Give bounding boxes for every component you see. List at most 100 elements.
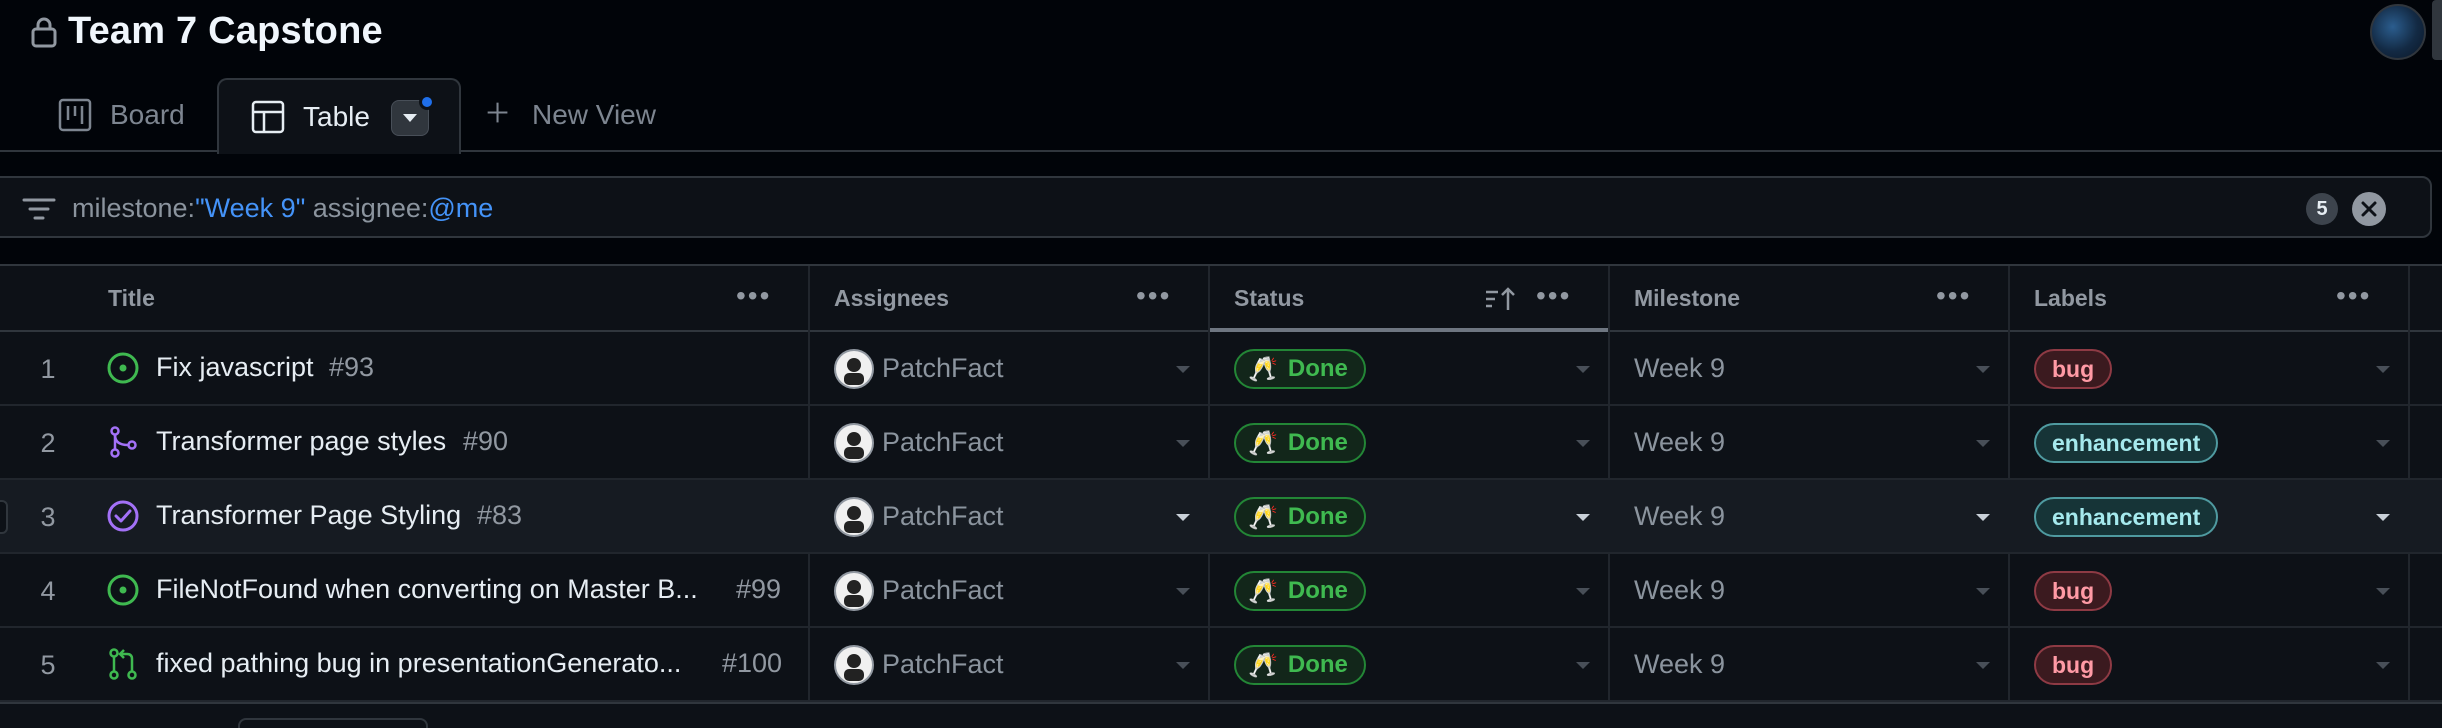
tab-board[interactable]: Board — [58, 78, 185, 152]
avatar[interactable] — [834, 571, 874, 611]
assignee-name[interactable]: PatchFact — [882, 427, 1004, 458]
table-row[interactable]: 4 FileNotFound when converting on Master… — [0, 554, 2442, 628]
board-icon — [58, 98, 92, 132]
chevron-down-icon[interactable] — [1576, 366, 1590, 373]
issue-title-link[interactable]: Transformer Page Styling — [156, 500, 461, 531]
assignee-name[interactable]: PatchFact — [882, 353, 1004, 384]
avatar-image — [844, 432, 864, 459]
chevron-down-icon[interactable] — [2376, 440, 2390, 447]
issue-title-link[interactable]: Fix javascript — [156, 352, 314, 383]
label-badge[interactable]: enhancement — [2034, 497, 2219, 537]
milestone-value[interactable]: Week 9 — [1634, 501, 1725, 532]
issue-title-link[interactable]: fixed pathing bug in presentationGenerat… — [156, 648, 681, 679]
label-badge[interactable]: bug — [2034, 349, 2113, 389]
status-label: Done — [1287, 355, 1348, 382]
chevron-down-icon[interactable] — [1176, 662, 1190, 669]
add-item-input[interactable] — [238, 718, 428, 728]
status-badge[interactable]: 🥂 Done — [1234, 349, 1366, 389]
avatar[interactable] — [834, 349, 874, 389]
avatar[interactable] — [834, 423, 874, 463]
user-avatar[interactable] — [2370, 4, 2426, 60]
status-column-menu-icon[interactable]: ••• — [1536, 282, 1571, 310]
result-count-badge: 5 — [2306, 193, 2338, 225]
chevron-down-icon[interactable] — [1176, 366, 1190, 373]
labels-column-menu-icon[interactable]: ••• — [2336, 282, 2371, 310]
status-label: Done — [1287, 651, 1348, 678]
avatar[interactable] — [834, 645, 874, 685]
new-view-button[interactable]: New View — [486, 78, 656, 152]
close-icon — [2361, 201, 2377, 217]
sort-ascending-icon[interactable] — [1484, 286, 1518, 312]
chevron-down-icon[interactable] — [2376, 588, 2390, 595]
chevron-down-icon[interactable] — [1976, 440, 1990, 447]
status-badge[interactable]: 🥂 Done — [1234, 571, 1366, 611]
column-status-header[interactable]: Status — [1234, 266, 1304, 330]
filter-query[interactable]: milestone:"Week 9" assignee:@me — [72, 193, 493, 224]
clear-filter-button[interactable] — [2352, 192, 2386, 226]
column-title-header[interactable]: Title — [108, 266, 155, 330]
column-milestone-header[interactable]: Milestone — [1634, 266, 1740, 330]
table-row[interactable]: 2 Transformer page styles #90 PatchFact … — [0, 406, 2442, 480]
issues-table: Title ••• Assignees ••• Status ••• Miles… — [0, 264, 2442, 728]
table-row[interactable]: 5 fixed pathing bug in presentationGener… — [0, 628, 2442, 702]
chevron-down-icon[interactable] — [1176, 440, 1190, 447]
chevron-down-icon[interactable] — [1176, 588, 1190, 595]
column-assignees-header[interactable]: Assignees — [834, 266, 949, 330]
chevron-down-icon[interactable] — [1576, 514, 1590, 521]
avatar[interactable] — [834, 497, 874, 537]
avatar-image — [844, 654, 864, 681]
row-number: 4 — [40, 576, 56, 606]
chevron-down-icon[interactable] — [1976, 514, 1990, 521]
filter-icon — [22, 198, 56, 220]
title-column-menu-icon[interactable]: ••• — [736, 282, 771, 310]
chevron-down-icon[interactable] — [1576, 440, 1590, 447]
milestone-value[interactable]: Week 9 — [1634, 575, 1725, 606]
assignee-name[interactable]: PatchFact — [882, 575, 1004, 606]
chevron-down-icon[interactable] — [1176, 514, 1190, 521]
label-badge[interactable]: bug — [2034, 645, 2113, 685]
chevron-down-icon[interactable] — [2376, 366, 2390, 373]
clinking-glasses-icon: 🥂 — [1248, 651, 1278, 679]
chevron-down-icon[interactable] — [1576, 662, 1590, 669]
view-tabs: Board Table New View — [0, 78, 2442, 154]
chevron-down-icon[interactable] — [2376, 514, 2390, 521]
tab-table[interactable]: Table — [217, 78, 461, 154]
status-badge[interactable]: 🥂 Done — [1234, 423, 1366, 463]
chevron-down-icon[interactable] — [1976, 662, 1990, 669]
table-row[interactable]: 3 Transformer Page Styling #83 PatchFact… — [0, 480, 2442, 554]
chevron-down-icon[interactable] — [1976, 588, 1990, 595]
label-badge[interactable]: bug — [2034, 571, 2113, 611]
side-panel-edge[interactable] — [2432, 0, 2442, 60]
label-badge[interactable]: enhancement — [2034, 423, 2219, 463]
row-number: 2 — [40, 428, 56, 458]
table-row[interactable]: 1 Fix javascript #93 PatchFact 🥂 Done Wee… — [0, 332, 2442, 406]
milestone-column-menu-icon[interactable]: ••• — [1936, 282, 1971, 310]
milestone-value[interactable]: Week 9 — [1634, 353, 1725, 384]
issue-number: #99 — [736, 574, 782, 604]
row-number: 3 — [40, 502, 56, 532]
table-header: Title ••• Assignees ••• Status ••• Miles… — [0, 266, 2442, 332]
assignee-name[interactable]: PatchFact — [882, 649, 1004, 680]
milestone-value[interactable]: Week 9 — [1634, 649, 1725, 680]
issue-title-link[interactable]: FileNotFound when converting on Master B… — [156, 574, 698, 605]
project-header: Team 7 Capstone — [0, 0, 2442, 70]
chevron-down-icon[interactable] — [1976, 366, 1990, 373]
triangle-down-icon — [403, 114, 417, 122]
clinking-glasses-icon: 🥂 — [1248, 577, 1278, 605]
column-labels-header[interactable]: Labels — [2034, 266, 2107, 330]
chevron-down-icon[interactable] — [2376, 662, 2390, 669]
issue-title-link[interactable]: Transformer page styles — [156, 426, 446, 457]
milestone-value[interactable]: Week 9 — [1634, 427, 1725, 458]
lock-icon — [31, 17, 57, 48]
table-icon — [251, 100, 285, 134]
assignees-column-menu-icon[interactable]: ••• — [1136, 282, 1171, 310]
issue-number: #83 — [477, 500, 523, 530]
status-label: Done — [1287, 503, 1348, 530]
tab-board-label: Board — [110, 99, 185, 130]
issue-number: #100 — [722, 648, 783, 678]
chevron-down-icon[interactable] — [1576, 588, 1590, 595]
status-badge[interactable]: 🥂 Done — [1234, 645, 1366, 685]
status-badge[interactable]: 🥂 Done — [1234, 497, 1366, 537]
assignee-name[interactable]: PatchFact — [882, 501, 1004, 532]
filter-bar[interactable]: milestone:"Week 9" assignee:@me 5 — [0, 176, 2432, 238]
